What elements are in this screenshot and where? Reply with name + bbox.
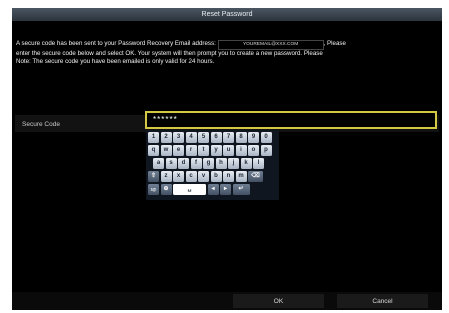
message-line2: enter the secure code below and select O… xyxy=(16,50,323,57)
key-p[interactable]: p xyxy=(260,145,272,156)
backspace-key[interactable]: ⌫ xyxy=(248,171,263,182)
key-x[interactable]: x xyxy=(173,171,184,182)
reset-password-dialog: Reset Password A secure code has been se… xyxy=(12,8,442,310)
on-screen-keyboard: 1234567890 qwertyuiop asdfghjkl ⇧ zxcvbn… xyxy=(146,130,279,200)
message-part1: A secure code has been sent to your Pass… xyxy=(16,40,216,47)
cursor-left-icon[interactable]: ◂ xyxy=(207,184,219,195)
cancel-button[interactable]: Cancel xyxy=(337,294,428,308)
key-9[interactable]: 9 xyxy=(248,132,259,143)
key-3[interactable]: 3 xyxy=(173,132,184,143)
key-r[interactable]: r xyxy=(185,145,197,156)
key-2[interactable]: 2 xyxy=(160,132,172,143)
key-z[interactable]: z xyxy=(160,171,172,182)
keyboard-row-zxcv: ⇧ zxcvbnm ⌫ xyxy=(148,171,277,182)
message-line3: Note: The secure code you have been emai… xyxy=(16,58,215,65)
key-4[interactable]: 4 xyxy=(185,132,197,143)
key-0[interactable]: 0 xyxy=(260,132,272,143)
keyboard-row-qwerty: qwertyuiop xyxy=(148,145,277,156)
key-o[interactable]: o xyxy=(248,145,259,156)
instruction-message: A secure code has been sent to your Pass… xyxy=(16,40,440,66)
key-k[interactable]: k xyxy=(240,158,252,169)
key-g[interactable]: g xyxy=(203,158,214,169)
key-d[interactable]: d xyxy=(178,158,189,169)
key-f[interactable]: f xyxy=(190,158,202,169)
key-t[interactable]: t xyxy=(198,145,209,156)
key-5[interactable]: 5 xyxy=(198,132,209,143)
key-8[interactable]: 8 xyxy=(235,132,247,143)
secure-code-input[interactable]: ****** xyxy=(145,111,437,129)
ok-button[interactable]: OK xyxy=(233,294,324,308)
key-w[interactable]: w xyxy=(160,145,172,156)
key-1[interactable]: 1 xyxy=(148,132,159,143)
key-j[interactable]: j xyxy=(228,158,239,169)
key-c[interactable]: c xyxy=(185,171,197,182)
key-l[interactable]: l xyxy=(253,158,264,169)
key-n[interactable]: n xyxy=(223,171,234,182)
key-6[interactable]: 6 xyxy=(210,132,222,143)
keyboard-row-controls: !@ ⊕ ␣ ◂ ▸ ↵ xyxy=(148,184,277,195)
key-v[interactable]: v xyxy=(198,171,209,182)
key-y[interactable]: y xyxy=(210,145,222,156)
key-a[interactable]: a xyxy=(153,158,164,169)
recovery-email: YOUREMAIL@XXX.COM xyxy=(217,40,324,50)
secure-code-label: Secure Code xyxy=(22,121,60,128)
cursor-right-icon[interactable]: ▸ xyxy=(220,184,231,195)
keyboard-row-asdf: asdfghjkl xyxy=(148,158,277,169)
key-i[interactable]: i xyxy=(235,145,247,156)
key-b[interactable]: b xyxy=(210,171,222,182)
message-part2: , Please xyxy=(323,40,346,47)
key-s[interactable]: s xyxy=(165,158,177,169)
globe-icon[interactable]: ⊕ xyxy=(160,184,172,195)
keyboard-row-digits: 1234567890 xyxy=(148,132,277,143)
enter-key[interactable]: ↵ xyxy=(232,184,250,195)
shift-key[interactable]: ⇧ xyxy=(148,171,159,182)
key-q[interactable]: q xyxy=(148,145,159,156)
key-m[interactable]: m xyxy=(235,171,247,182)
dialog-title: Reset Password xyxy=(12,8,442,21)
symbols-key[interactable]: !@ xyxy=(148,184,159,195)
key-h[interactable]: h xyxy=(215,158,227,169)
key-u[interactable]: u xyxy=(223,145,234,156)
space-key[interactable]: ␣ xyxy=(173,184,206,195)
key-e[interactable]: e xyxy=(173,145,184,156)
key-7[interactable]: 7 xyxy=(223,132,234,143)
